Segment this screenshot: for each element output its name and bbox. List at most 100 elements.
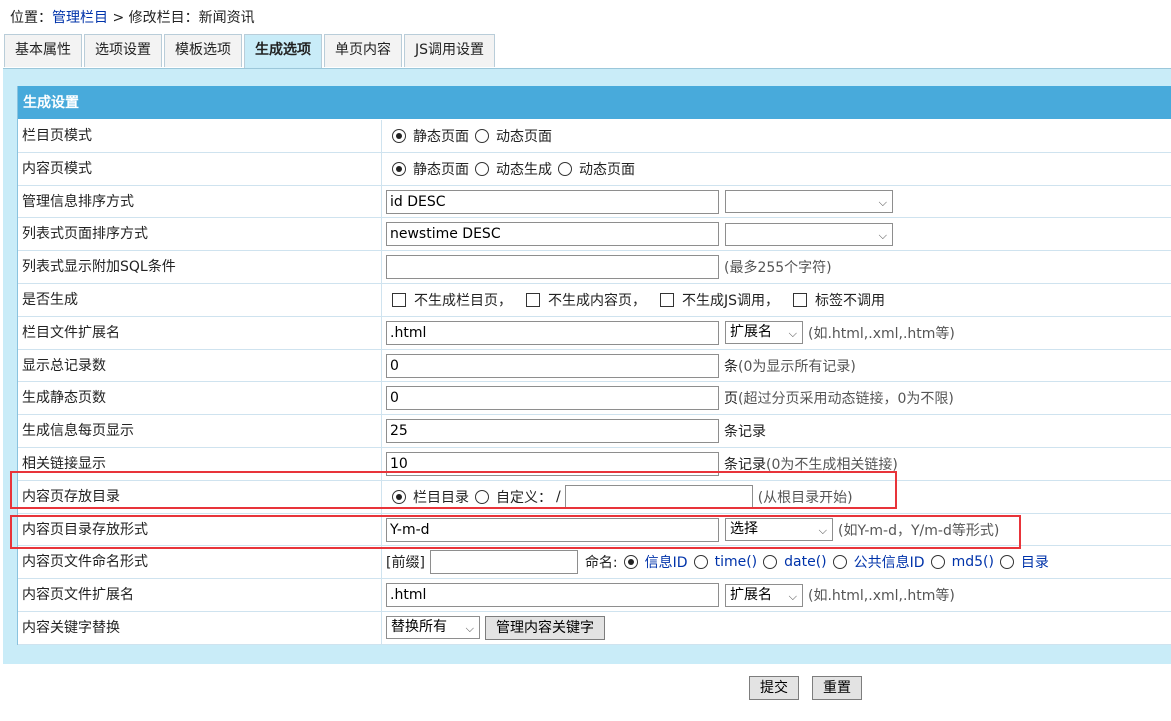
radio-label: 动态页面 (496, 129, 552, 145)
radio-label: 目录 (1020, 555, 1049, 572)
row-label: 内容页文件命名形式 (22, 554, 148, 571)
naming-dir-radio[interactable] (999, 555, 1014, 570)
row-list-ext: 栏目文件扩展名 .html 扩展名 ⌵ (如.html,.xml,.htm等) (18, 316, 1171, 350)
row-list-sort: 列表式页面排序方式 newstime DESC ⌵ (18, 218, 1171, 252)
chevron-down-icon: ⌵ (788, 589, 797, 603)
unit-text: 页 (724, 391, 738, 408)
submit-button[interactable]: 提交 (749, 676, 799, 700)
breadcrumb-rest: > 修改栏目：新闻资讯 (108, 10, 255, 26)
breadcrumb-link[interactable]: 管理栏目 (52, 10, 108, 26)
content-dynamic-radio[interactable] (558, 161, 572, 176)
checkbox-label: 标签不调用 (815, 292, 886, 309)
chevron-down-icon: ⌵ (878, 196, 887, 210)
manage-keywords-button[interactable]: 管理内容关键字 (485, 615, 605, 640)
breadcrumb: 位置：管理栏目 > 修改栏目：新闻资讯 (10, 7, 255, 27)
content-static-radio[interactable] (392, 161, 406, 176)
naming-date-radio[interactable] (763, 555, 778, 570)
row-label: 内容页文件扩展名 (22, 587, 134, 604)
list-ext-input[interactable]: .html (386, 320, 719, 345)
tab-generate[interactable]: 生成选项 (244, 34, 322, 68)
tab-basic[interactable]: 基本属性 (4, 34, 82, 67)
hint-text: (超过分页采用动态链接，0为不限) (738, 391, 954, 408)
highlight-dir-format (10, 515, 1021, 549)
keyword-replace-select[interactable]: 替换所有 ⌵ (386, 616, 480, 640)
content-ext-input[interactable]: .html (386, 583, 719, 608)
hint-text: (如.html,.xml,.htm等) (808, 588, 955, 605)
row-label: 列表式显示附加SQL条件 (22, 259, 176, 276)
hint-text: (0为显示所有记录) (738, 358, 856, 375)
row-label: 栏目文件扩展名 (22, 324, 120, 341)
manage-sort-input[interactable]: id DESC (386, 189, 719, 214)
row-label: 列表式页面排序方式 (22, 226, 148, 243)
row-manage-sort: 管理信息排序方式 id DESC ⌵ (18, 185, 1171, 219)
row-label: 管理信息排序方式 (22, 193, 134, 210)
radio-label: date() (784, 554, 827, 571)
row-label: 栏目页模式 (22, 128, 92, 144)
radio-label: 静态页面 (413, 161, 469, 178)
unit-text: 条 (724, 358, 738, 375)
row-label: 生成静态页数 (22, 390, 106, 407)
row-label: 是否生成 (22, 291, 78, 308)
tab-single-page[interactable]: 单页内容 (324, 34, 402, 67)
manage-sort-select[interactable]: ⌵ (725, 190, 893, 214)
row-label: 显示总记录数 (22, 357, 106, 374)
content-ext-select[interactable]: 扩展名 ⌵ (725, 583, 803, 607)
row-label: 生成信息每页显示 (22, 423, 134, 440)
hint-text: (最多255个字符) (724, 260, 832, 277)
highlight-content-dir (10, 471, 897, 509)
list-sort-input[interactable]: newstime DESC (386, 222, 719, 247)
list-ext-select[interactable]: 扩展名 ⌵ (725, 321, 803, 345)
naming-public-id-radio[interactable] (832, 555, 847, 570)
no-list-checkbox[interactable] (392, 292, 406, 307)
checkbox-label: 不生成内容页， (548, 292, 646, 309)
reset-button[interactable]: 重置 (812, 676, 862, 700)
total-records-input[interactable]: 0 (386, 353, 719, 378)
chevron-down-icon: ⌵ (878, 228, 887, 242)
row-list-mode: 栏目页模式 静态页面 动态页面 (18, 120, 1171, 153)
naming-time-radio[interactable] (693, 555, 708, 570)
tab-template[interactable]: 模板选项 (164, 34, 242, 67)
no-tag-checkbox[interactable] (793, 292, 808, 307)
naming-label: 命名: (584, 555, 618, 572)
select-value: 扩展名 (730, 324, 772, 341)
naming-md5-radio[interactable] (930, 555, 945, 570)
content-dyngen-radio[interactable] (475, 161, 489, 176)
select-value: 替换所有 (391, 619, 447, 636)
unit-text: 条记录 (724, 424, 766, 441)
radio-label: 静态页面 (413, 129, 469, 145)
form-actions: 提交 重置 (749, 676, 862, 700)
per-page-input[interactable]: 25 (386, 419, 719, 444)
row-label: 内容关键字替换 (22, 619, 120, 636)
row-keyword-replace: 内容关键字替换 替换所有 ⌵ 管理内容关键字 (18, 611, 1171, 645)
section-title: 生成设置 (18, 86, 1171, 120)
select-value: 扩展名 (730, 586, 772, 603)
row-label: 内容页模式 (22, 160, 92, 177)
row-content-mode: 内容页模式 静态页面 动态生成 动态页面 (18, 152, 1171, 186)
checkbox-label: 不生成栏目页， (414, 292, 512, 309)
prefix-input[interactable] (429, 550, 578, 575)
row-generate: 是否生成 不生成栏目页， 不生成内容页， 不生成JS调用， 标签不调用 (18, 283, 1171, 317)
row-file-naming: 内容页文件命名形式 [前缀] 命名: 信息ID time() date() 公共… (18, 546, 1171, 580)
chevron-down-icon: ⌵ (788, 327, 797, 341)
radio-label: 公共信息ID (853, 555, 925, 572)
no-content-checkbox[interactable] (526, 292, 540, 307)
hint-text: (如.html,.xml,.htm等) (808, 325, 955, 342)
list-sort-select[interactable]: ⌵ (725, 222, 893, 246)
radio-label: md5() (951, 554, 994, 571)
list-static-radio[interactable] (392, 129, 406, 143)
tab-js-call[interactable]: JS调用设置 (404, 34, 496, 67)
tab-options[interactable]: 选项设置 (84, 34, 162, 67)
prefix-label: [前缀] (386, 555, 425, 572)
row-total-records: 显示总记录数 0 条 (0为显示所有记录) (18, 349, 1171, 383)
checkbox-label: 不生成JS调用， (682, 292, 780, 309)
static-pages-input[interactable]: 0 (386, 386, 719, 411)
breadcrumb-prefix: 位置： (10, 10, 52, 26)
row-static-pages: 生成静态页数 0 页 (超过分页采用动态链接，0为不限) (18, 382, 1171, 416)
no-js-checkbox[interactable] (660, 292, 674, 307)
row-per-page: 生成信息每页显示 25 条记录 (18, 415, 1171, 448)
naming-id-radio[interactable] (623, 555, 638, 570)
list-sql-input[interactable] (386, 255, 719, 280)
tab-bar: 基本属性 选项设置 模板选项 生成选项 单页内容 JS调用设置 (4, 34, 497, 68)
chevron-down-icon: ⌵ (465, 622, 474, 636)
list-dynamic-radio[interactable] (475, 129, 489, 143)
